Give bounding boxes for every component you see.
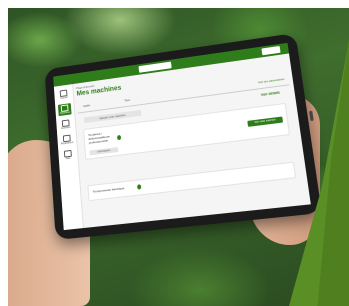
details-link[interactable]: Voir détails — [261, 91, 281, 97]
leaf-icon — [137, 184, 142, 190]
tab-all[interactable]: Tout — [124, 98, 130, 103]
app-logo — [138, 61, 172, 73]
settings-link[interactable]: Voir les paramètres — [258, 77, 285, 84]
sidebar-item-label: Aide — [65, 156, 71, 161]
sidebar-item-machines[interactable]: Machines — [57, 103, 72, 117]
view-machine-button[interactable]: Voir cette machine — [247, 116, 284, 127]
tablet-wrapper: Accueil Machines Entretien Réparations A… — [16, 20, 334, 270]
info-button[interactable]: Informations — [89, 147, 119, 156]
tablet-screen: Accueil Machines Entretien Réparations A… — [53, 42, 311, 231]
sidebar-item-label: Machines — [59, 110, 70, 115]
sidebar-item-label: Accueil — [60, 96, 68, 100]
sidebar-item-help[interactable]: Aide — [61, 149, 75, 162]
sidebar-item-maintenance[interactable]: Entretien — [59, 118, 73, 131]
add-machine-button[interactable]: Ajouter une machine — [84, 109, 142, 124]
sidebar-item-label: Entretien — [61, 125, 71, 130]
leaf-icon — [116, 134, 122, 141]
frame-top-border — [0, 0, 349, 8]
main-content: Page d'accueil Mes machines Actifs Tout … — [76, 57, 306, 228]
machine-name: Tondeuse / débroussailleuse professionne… — [88, 131, 110, 145]
sidebar-item-home[interactable]: Accueil — [57, 88, 71, 101]
header-button[interactable] — [261, 45, 281, 56]
sidebar-item-label: Réparations — [60, 140, 74, 146]
tablet-side-button — [309, 110, 314, 122]
machine-card[interactable]: Tronçonneuse électrique — [87, 161, 297, 202]
sidebar-item-repairs[interactable]: Réparations — [60, 133, 74, 146]
tab-active[interactable]: Actifs — [83, 103, 90, 108]
tablet-device: Accueil Machines Entretien Réparations A… — [44, 32, 322, 241]
frame-left-border — [0, 0, 8, 306]
photo-scene: Accueil Machines Entretien Réparations A… — [0, 0, 349, 306]
machine-name: Tronçonneuse électrique — [92, 186, 125, 194]
machine-card[interactable]: Tondeuse / débroussailleuse professionne… — [83, 102, 291, 160]
